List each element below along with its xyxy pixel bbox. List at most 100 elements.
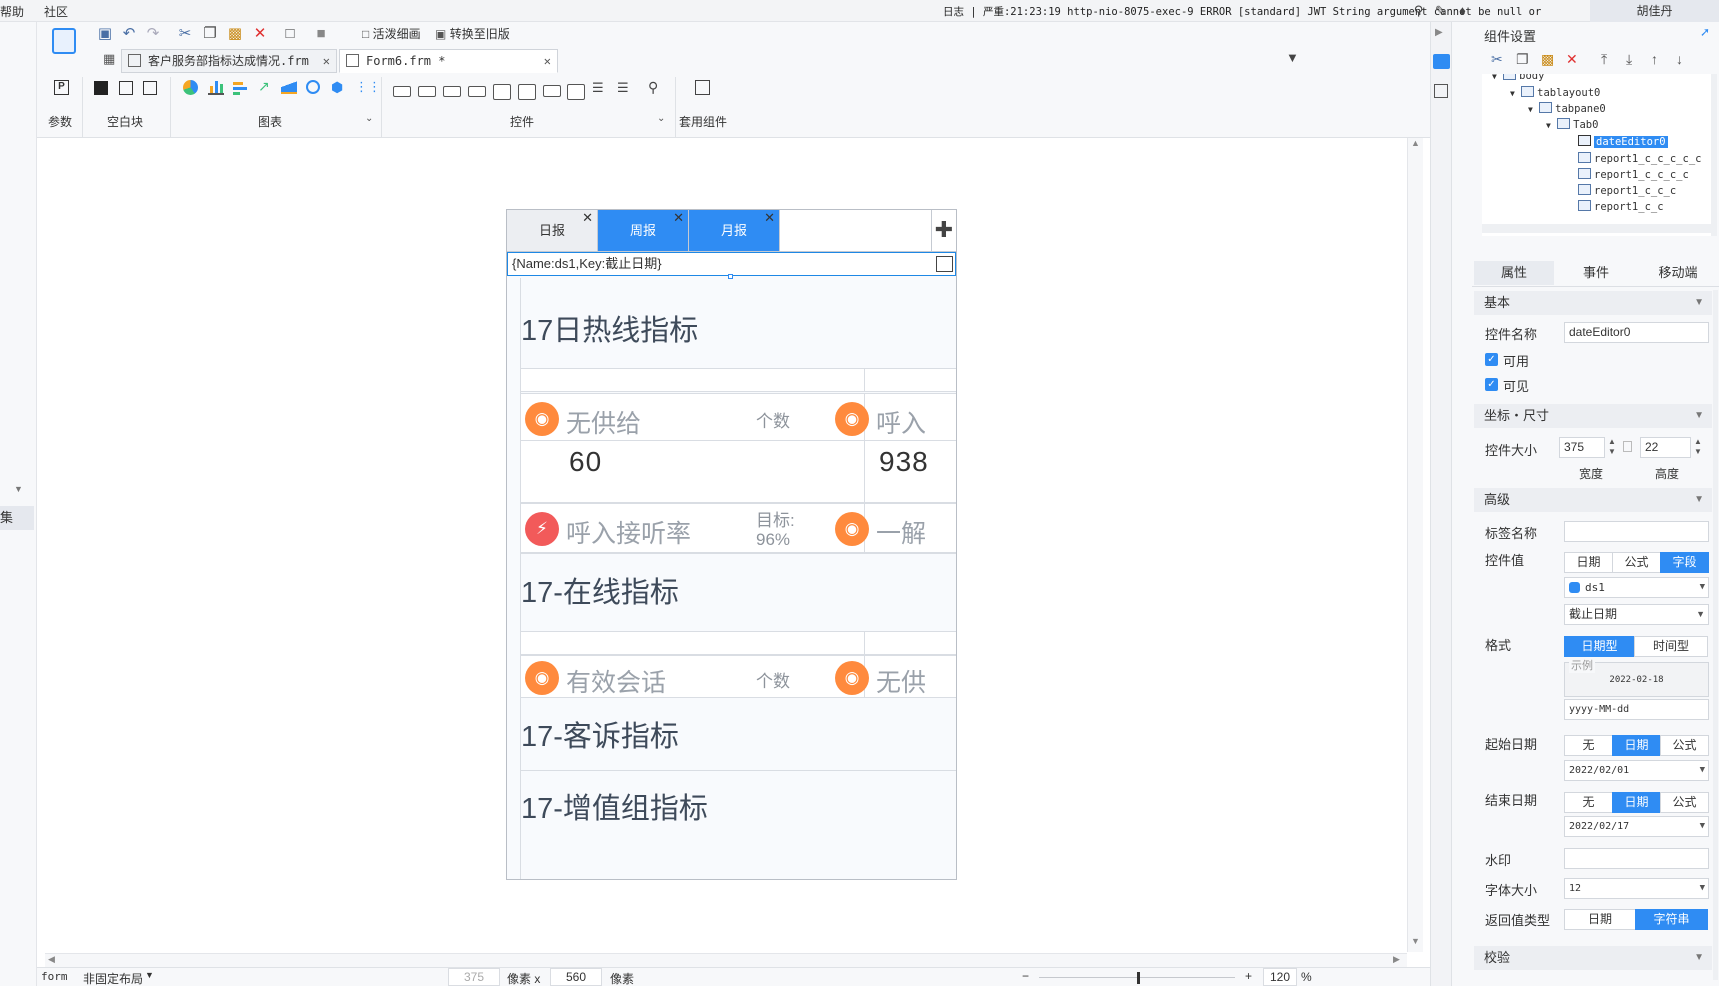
form-tab-weekly[interactable]: 周报 ✕ — [598, 210, 689, 251]
radar-chart-icon[interactable]: ⬢ — [331, 79, 343, 96]
bar-chart-icon[interactable] — [208, 80, 224, 95]
delete-icon[interactable]: ✕ — [1566, 51, 1578, 68]
tree-node[interactable]: report1_c_c_c — [1578, 184, 1676, 197]
menu-help[interactable]: 帮助 — [0, 3, 24, 20]
close-icon[interactable]: ✕ — [764, 210, 775, 238]
label-widget-icon[interactable] — [418, 86, 436, 97]
scroll-down-icon[interactable]: ▼ — [1411, 936, 1420, 946]
width-stepper[interactable]: ▲ ▼ — [1606, 437, 1618, 458]
tree-node[interactable]: report1_c_c_c_c — [1578, 168, 1689, 181]
font-size-select[interactable]: 12 ▼ — [1564, 878, 1709, 899]
table-widget-icon[interactable] — [518, 84, 536, 100]
chevron-down-icon[interactable]: ⌄ — [657, 113, 665, 124]
tab-mobile[interactable]: 移动端 — [1638, 261, 1718, 285]
value-mode-field[interactable]: 字段 — [1660, 552, 1709, 573]
visible-checkbox[interactable]: ✓ — [1485, 378, 1498, 391]
scroll-left-icon[interactable]: ◀ — [48, 954, 55, 965]
param-icon[interactable]: P — [54, 80, 69, 95]
field-select[interactable]: 截止日期 ▼ — [1564, 604, 1709, 625]
copy-icon[interactable]: ❐ — [1516, 51, 1529, 68]
vertical-scrollbar[interactable]: ▲ ▼ — [1407, 138, 1423, 952]
section-validate[interactable]: 校验 ▼ — [1474, 946, 1712, 970]
convert-old-button[interactable]: ▣ 转换至旧版 — [435, 25, 510, 42]
start-mode-formula[interactable]: 公式 — [1660, 735, 1709, 756]
number-widget-icon[interactable] — [543, 85, 561, 97]
dataset-select[interactable]: ds1 ▼ — [1564, 577, 1709, 598]
undo-icon[interactable]: ↶ — [119, 24, 139, 44]
zoom-field[interactable]: 120 — [1263, 968, 1297, 986]
width-field[interactable]: 375 — [448, 968, 500, 986]
grid-icon[interactable]: ▦ — [103, 51, 115, 67]
cut-icon[interactable]: ✂ — [1491, 51, 1503, 68]
user-menu[interactable]: 胡佳丹 — [1590, 0, 1719, 22]
tree-node[interactable]: ▼ Tab0 — [1546, 118, 1598, 131]
height-stepper[interactable]: ▲ ▼ — [1692, 437, 1704, 458]
button-widget-icon[interactable] — [443, 86, 461, 97]
start-mode-none[interactable]: 无 — [1564, 735, 1613, 756]
horizontal-scrollbar[interactable]: ◀ ▶ — [45, 953, 1407, 967]
resize-handle[interactable] — [728, 274, 733, 279]
close-icon[interactable]: ✕ — [544, 50, 551, 72]
tab-events[interactable]: 事件 — [1556, 261, 1636, 285]
section-coord-size[interactable]: 坐标・尺寸 ▼ — [1474, 404, 1712, 428]
date-widget-icon[interactable] — [493, 84, 511, 100]
scroll-right-icon[interactable]: ▶ — [1393, 954, 1400, 965]
move-bottom-icon[interactable]: ⤓ — [1626, 51, 1632, 68]
form-tab-daily[interactable]: 日报 ✕ — [507, 210, 598, 251]
search-icon[interactable]: ⚲ — [1411, 3, 1426, 18]
gauge-chart-icon[interactable] — [306, 80, 320, 94]
date-editor[interactable]: {Name:ds1,Key:截止日期} — [507, 252, 956, 276]
tabs-menu-icon[interactable]: ▼ — [1286, 50, 1299, 65]
return-type-date[interactable]: 日期 — [1564, 909, 1636, 930]
ctrl-name-input[interactable]: dateEditor0 — [1564, 322, 1709, 343]
log-message[interactable]: 日志 | 严重:21:23:19 http-nio-8075-exec-9 ER… — [943, 4, 1541, 19]
cut-icon[interactable]: ✂ — [175, 24, 195, 44]
bell-icon[interactable]: ♦ — [1455, 3, 1470, 18]
tree-node[interactable]: ▼ body — [1492, 74, 1544, 82]
design-mode-icon[interactable] — [52, 28, 76, 54]
blank-block-icon[interactable] — [94, 81, 108, 95]
tree-node[interactable]: report1_c_c_c_c_c — [1578, 152, 1701, 165]
line-chart-icon[interactable]: ↗ — [258, 78, 270, 95]
return-type-string[interactable]: 字符串 — [1635, 909, 1708, 930]
area-chart-icon[interactable] — [281, 80, 297, 94]
expand-icon[interactable]: ▶ — [1435, 27, 1443, 38]
redo-icon[interactable]: ↷ — [143, 24, 163, 44]
calendar-icon[interactable] — [936, 256, 953, 272]
tab-file-1[interactable]: 客户服务部指标达成情况.frm ✕ — [121, 49, 337, 73]
table-block-icon[interactable] — [143, 81, 157, 95]
live-preview-button[interactable]: □ 活泼细画 — [362, 25, 421, 42]
panel-scrollbar[interactable] — [1713, 290, 1718, 980]
add-tab-icon[interactable]: ✚ — [931, 210, 956, 251]
pie-chart-icon[interactable] — [183, 80, 198, 95]
section-basic[interactable]: 基本 ▼ — [1474, 291, 1712, 315]
tab-file-2[interactable]: Form6.frm * ✕ — [339, 49, 558, 73]
move-top-icon[interactable]: ⤒ — [1601, 51, 1607, 68]
edit-icon[interactable]: ✎ — [1433, 3, 1448, 18]
menu-community[interactable]: 社区 — [44, 3, 68, 20]
form-tab-monthly[interactable]: 月报 ✕ — [689, 210, 780, 251]
collapse-icon[interactable]: ▼ — [0, 484, 37, 494]
hbar-chart-icon[interactable] — [233, 80, 248, 95]
save-icon[interactable]: ▣ — [95, 24, 115, 44]
section-advanced[interactable]: 高级 ▼ — [1474, 488, 1712, 512]
search-widget-icon[interactable]: ⚲ — [648, 79, 658, 96]
value-mode-date[interactable]: 日期 — [1564, 552, 1613, 573]
combobox-widget-icon[interactable] — [468, 86, 486, 97]
tree-vscrollbar[interactable] — [1711, 74, 1717, 236]
move-down-icon[interactable]: ↓ — [1676, 51, 1683, 67]
scatter-chart-icon[interactable]: ⋮⋮ — [355, 79, 381, 95]
tag-name-input[interactable] — [1564, 521, 1709, 542]
end-date-select[interactable]: 2022/02/17 ▼ — [1564, 816, 1709, 837]
preview-icon[interactable]: □ — [280, 24, 300, 44]
close-icon[interactable]: ✕ — [323, 50, 330, 72]
scroll-up-icon[interactable]: ▲ — [1411, 138, 1420, 148]
radio-group-icon[interactable]: ☰ — [592, 80, 604, 96]
end-mode-formula[interactable]: 公式 — [1660, 792, 1709, 813]
textarea-widget-icon[interactable] — [567, 84, 585, 100]
layout-block-icon[interactable] — [119, 81, 133, 95]
zoom-in-icon[interactable]: + — [1245, 969, 1252, 983]
enabled-checkbox[interactable]: ✓ — [1485, 353, 1498, 366]
layout-settings-icon[interactable] — [1434, 84, 1448, 98]
delete-icon[interactable]: ✕ — [250, 24, 270, 44]
